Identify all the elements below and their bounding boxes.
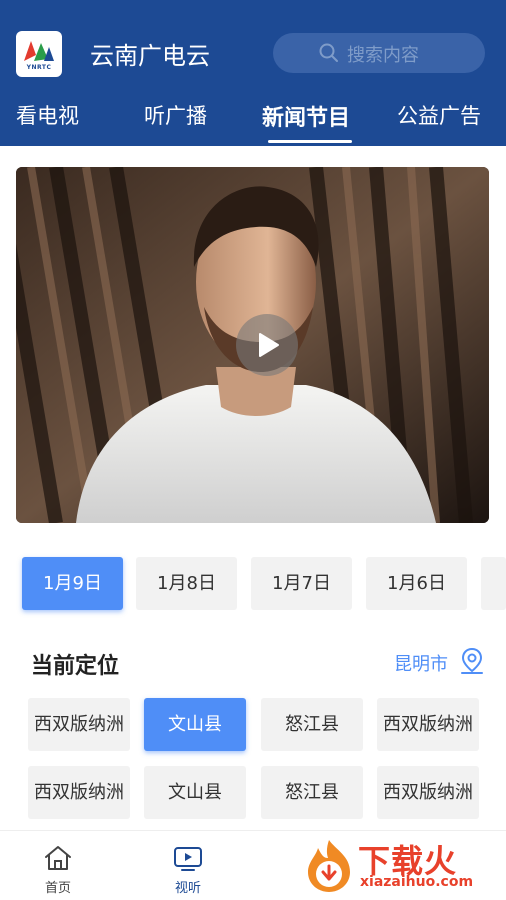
region-button[interactable]: 文山县	[144, 698, 246, 751]
tab-watch-tv[interactable]: 看电视	[16, 100, 79, 130]
region-button[interactable]: 西双版纳洲	[377, 698, 479, 751]
date-button[interactable]: 1月7日	[251, 557, 352, 610]
tab-listen-radio[interactable]: 听广播	[144, 100, 207, 130]
home-icon	[45, 846, 71, 870]
tab-public-ads[interactable]: 公益广告	[397, 100, 481, 130]
location-pin-icon[interactable]	[459, 647, 485, 675]
app-title: 云南广电云	[90, 42, 210, 70]
search-icon	[319, 43, 338, 62]
ynrtc-logo-icon	[24, 41, 54, 61]
video-player[interactable]	[16, 167, 489, 523]
tab-news-programs[interactable]: 新闻节目	[262, 100, 350, 132]
region-button[interactable]: 怒江县	[261, 766, 363, 819]
top-header: YNRTC 云南广电云 搜索内容 看电视 听广播 新闻节目 公益广告	[0, 0, 506, 146]
date-button[interactable]: 1月6日	[366, 557, 467, 610]
active-tab-indicator	[268, 140, 352, 143]
date-button-partial[interactable]	[481, 557, 506, 610]
logo-text: YNRTC	[26, 64, 52, 71]
current-city-link[interactable]: 昆明市	[394, 650, 448, 676]
date-button[interactable]: 1月8日	[136, 557, 237, 610]
flame-logo-icon	[308, 840, 350, 892]
tv-icon	[174, 847, 202, 871]
nav-media[interactable]: 视听	[158, 845, 218, 896]
region-button[interactable]: 文山县	[144, 766, 246, 819]
region-button[interactable]: 怒江县	[261, 698, 363, 751]
play-button[interactable]	[236, 314, 298, 376]
search-input[interactable]: 搜索内容	[273, 33, 485, 73]
app-logo[interactable]: YNRTC	[16, 31, 62, 77]
play-icon	[259, 333, 279, 357]
watermark-logo: 下载火 xiazaihuo.com	[300, 836, 506, 896]
region-button[interactable]: 西双版纳洲	[28, 698, 130, 751]
search-placeholder: 搜索内容	[347, 45, 419, 66]
nav-home[interactable]: 首页	[28, 845, 88, 896]
watermark-url: xiazaihuo.com	[360, 874, 474, 890]
current-location-title: 当前定位	[31, 654, 120, 679]
region-button[interactable]: 西双版纳洲	[28, 766, 130, 819]
date-button[interactable]: 1月9日	[22, 557, 123, 610]
nav-media-label: 视听	[174, 881, 201, 896]
region-button[interactable]: 西双版纳洲	[377, 766, 479, 819]
nav-home-label: 首页	[44, 881, 71, 896]
